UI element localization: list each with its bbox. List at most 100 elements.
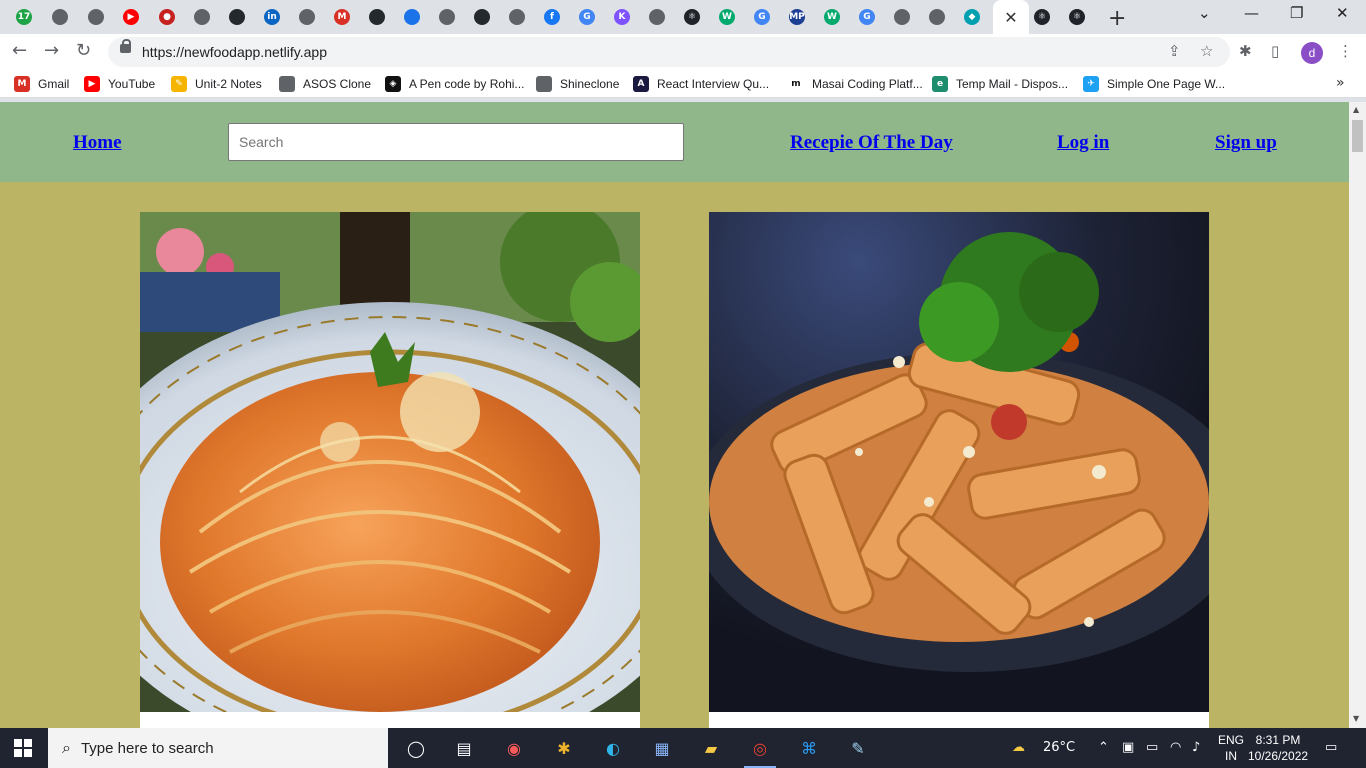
globe-icon (194, 9, 210, 25)
screen-recorder-icon[interactable]: ◉ (502, 736, 526, 760)
minimize-icon[interactable]: — (1244, 4, 1259, 22)
browser-tab[interactable]: G (850, 4, 884, 30)
url-text[interactable]: https://newfoodapp.netlify.app (142, 44, 327, 60)
bookmark-item[interactable]: ✎ Unit-2 Notes (171, 76, 262, 92)
browser-tab[interactable]: ⚛ (675, 4, 709, 30)
language-code: ENG (1218, 733, 1245, 747)
browser-tab[interactable] (220, 4, 254, 30)
browser-tab[interactable] (465, 4, 499, 30)
browser-tab[interactable]: W (815, 4, 849, 30)
store-icon[interactable]: ▦ (650, 736, 674, 760)
taskbar-clock[interactable]: 8:31 PM 10/26/2022 (1248, 732, 1308, 764)
browser-tab[interactable]: G (570, 4, 604, 30)
weather-icon[interactable]: ☁ (1012, 740, 1025, 755)
profile-avatar[interactable]: d (1301, 42, 1323, 64)
browser-tab[interactable]: W (710, 4, 744, 30)
taskbar-search-box[interactable]: ⌕ Type here to search (48, 728, 388, 768)
nav-home-link[interactable]: Home (73, 132, 122, 154)
restore-icon[interactable]: ❐ (1290, 4, 1303, 22)
scrollbar-thumb[interactable] (1352, 120, 1363, 152)
battery-icon[interactable]: ▭ (1146, 740, 1158, 755)
new-tab-button[interactable]: + (1108, 6, 1126, 31)
share-icon[interactable]: ⇪ (1168, 42, 1181, 60)
close-window-icon[interactable]: ✕ (1336, 4, 1349, 22)
weather-temp[interactable]: 26°C (1043, 740, 1075, 755)
recipe-card-spaghetti[interactable] (140, 212, 640, 728)
tray-chevron-icon[interactable]: ⌃ (1098, 740, 1109, 755)
browser-tab[interactable] (885, 4, 919, 30)
scroll-up-icon[interactable]: ▲ (1353, 105, 1359, 114)
nav-signup-link[interactable]: Sign up (1215, 132, 1277, 154)
search-input[interactable] (228, 123, 684, 161)
task-view-icon[interactable]: ▤ (452, 736, 476, 760)
browser-tab[interactable]: MP (780, 4, 814, 30)
browser-tab[interactable]: ● (150, 4, 184, 30)
bookmark-item[interactable]: ◈ A Pen code by Rohi... (385, 76, 524, 92)
reload-icon[interactable]: ↻ (76, 40, 91, 61)
penne-image[interactable] (709, 212, 1209, 712)
nav-login-link[interactable]: Log in (1057, 132, 1109, 154)
recipe-card-penne[interactable] (709, 212, 1209, 728)
browser-tab[interactable]: ⚛ (1060, 4, 1094, 30)
browser-tab[interactable] (920, 4, 954, 30)
vscode-icon[interactable]: ⌘ (797, 736, 821, 760)
browser-tab[interactable]: K (605, 4, 639, 30)
browser-tab[interactable]: 17 (7, 4, 41, 30)
bookmark-item[interactable]: ✈ Simple One Page W... (1083, 76, 1225, 92)
bookmark-item[interactable]: e Temp Mail - Dispos... (932, 76, 1068, 92)
browser-tab[interactable]: G (745, 4, 779, 30)
browser-tab[interactable]: ⚛ (1025, 4, 1059, 30)
bookmark-item[interactable]: A React Interview Qu... (633, 76, 769, 92)
tab-active[interactable]: ✕ (993, 0, 1029, 34)
bookmark-item[interactable]: M Gmail (14, 76, 69, 92)
language-indicator[interactable]: ENG IN (1218, 732, 1244, 764)
wifi-icon[interactable]: ◠ (1170, 740, 1181, 755)
browser-tab[interactable] (43, 4, 77, 30)
meet-now-icon[interactable]: ▣ (1122, 740, 1134, 755)
linkedin-icon: in (264, 9, 280, 25)
slack-icon[interactable]: ✱ (552, 736, 576, 760)
notifications-icon[interactable]: ▭ (1325, 740, 1337, 755)
browser-tab[interactable] (185, 4, 219, 30)
browser-tab[interactable] (79, 4, 113, 30)
browser-tab[interactable] (290, 4, 324, 30)
browser-tab[interactable]: f (535, 4, 569, 30)
menu-kebab-icon[interactable]: ⋮ (1338, 42, 1353, 60)
bookmark-item[interactable]: ▶ YouTube (84, 76, 155, 92)
spaghetti-image[interactable] (140, 212, 640, 712)
windows-start-icon[interactable] (14, 739, 32, 757)
globe-icon (88, 9, 104, 25)
scroll-down-icon[interactable]: ▼ (1353, 714, 1359, 723)
cortana-icon[interactable]: ◯ (404, 736, 428, 760)
bookmark-item[interactable]: ASOS Clone (279, 76, 371, 92)
browser-tab[interactable]: in (255, 4, 289, 30)
file-explorer-icon[interactable]: ▰ (699, 736, 723, 760)
bookmark-star-icon[interactable]: ☆ (1200, 42, 1213, 60)
lock-icon[interactable] (120, 39, 131, 53)
browser-tab[interactable]: ▶ (114, 4, 148, 30)
volume-icon[interactable]: ♪ (1192, 740, 1200, 755)
browser-tab[interactable] (640, 4, 674, 30)
browser-tab[interactable] (360, 4, 394, 30)
browser-tab[interactable] (430, 4, 464, 30)
nav-recipe-of-day-link[interactable]: Recepie Of The Day (790, 132, 953, 154)
page-scrollbar[interactable]: ▲ ▼ (1349, 102, 1366, 728)
more-bookmarks-icon[interactable]: » (1336, 75, 1345, 91)
tab-search-icon[interactable]: ⌄ (1198, 4, 1211, 22)
chrome-icon[interactable]: ◎ (744, 736, 776, 768)
bookmark-item[interactable]: m Masai Coding Platf... (788, 76, 923, 92)
browser-tab[interactable]: ◆ (955, 4, 989, 30)
browser-tab[interactable]: M (325, 4, 359, 30)
browser-tab[interactable] (395, 4, 429, 30)
back-icon[interactable]: ← (12, 40, 27, 61)
edge-icon[interactable]: ◐ (601, 736, 625, 760)
close-tab-icon[interactable]: ✕ (1004, 8, 1017, 27)
bookmark-item[interactable]: Shineclone (536, 76, 619, 92)
extensions-icon[interactable]: ✱ (1239, 42, 1252, 60)
side-panel-icon[interactable]: ▯ (1271, 42, 1279, 60)
notepad-icon[interactable]: ✎ (846, 736, 870, 760)
forward-icon[interactable]: → (44, 40, 59, 61)
bird-icon: ✈ (1083, 76, 1099, 92)
address-bar[interactable]: https://newfoodapp.netlify.app ⇪ ☆ (108, 37, 1230, 67)
browser-tab[interactable] (500, 4, 534, 30)
